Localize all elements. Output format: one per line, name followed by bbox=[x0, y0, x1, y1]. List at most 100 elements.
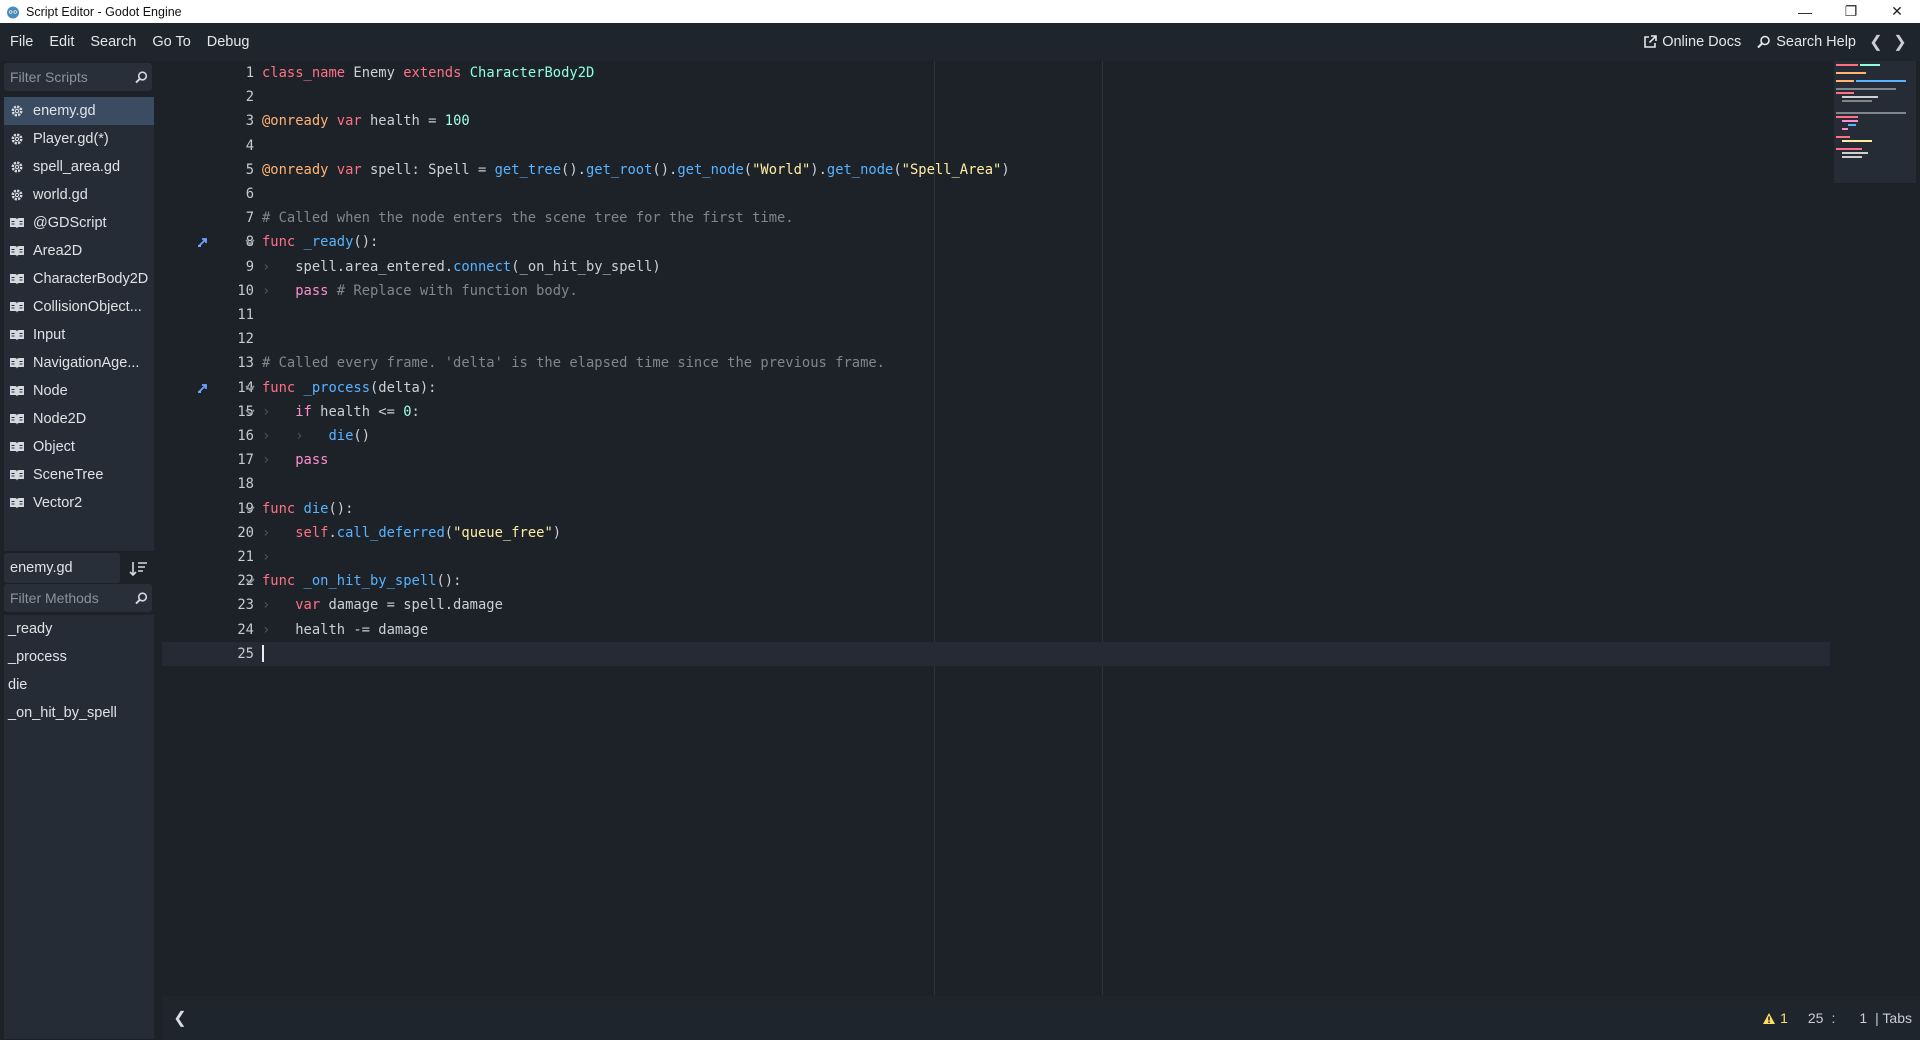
code-line[interactable]: 1 class_name Enemy extends CharacterBody2… bbox=[162, 61, 1830, 85]
doc-icon bbox=[8, 383, 26, 399]
line-number: 23 bbox=[237, 597, 254, 614]
code-token: call_deferred bbox=[336, 524, 445, 541]
fold-chevron-icon[interactable] bbox=[242, 376, 258, 400]
script-item[interactable]: CharacterBody2D bbox=[4, 265, 154, 293]
script-item-label: spell_area.gd bbox=[33, 159, 121, 175]
tab-indent-marker: › bbox=[262, 282, 296, 299]
code-line[interactable]: 11 bbox=[162, 303, 1830, 327]
code-line[interactable]: 18 bbox=[162, 472, 1830, 496]
code-line[interactable]: 7 # Called when the node enters the scene… bbox=[162, 206, 1830, 230]
script-item[interactable]: Input bbox=[4, 321, 154, 349]
menu-edit[interactable]: Edit bbox=[41, 34, 82, 50]
script-item[interactable]: enemy.gd bbox=[4, 97, 154, 125]
code-line[interactable]: 10 › pass # Replace with function body. bbox=[162, 279, 1830, 303]
script-item[interactable]: Node2D bbox=[4, 405, 154, 433]
code-token: (): bbox=[353, 234, 379, 251]
method-item[interactable]: _ready bbox=[4, 615, 154, 643]
code-token: connect bbox=[453, 258, 512, 275]
code-token: . bbox=[328, 524, 337, 541]
script-item[interactable]: CollisionObject... bbox=[4, 293, 154, 321]
override-icon[interactable] bbox=[196, 230, 210, 254]
minimize-icon[interactable]: — bbox=[1782, 0, 1828, 23]
script-item-label: SceneTree bbox=[33, 467, 104, 483]
code-line[interactable]: 2 bbox=[162, 85, 1830, 109]
code-line[interactable]: 23 › var damage = spell.damage bbox=[162, 593, 1830, 617]
code-line[interactable]: 21 › bbox=[162, 545, 1830, 569]
override-icon[interactable] bbox=[196, 376, 210, 400]
filter-scripts-field[interactable]: Filter Scripts bbox=[4, 63, 152, 91]
code-line[interactable]: 25 bbox=[162, 641, 1830, 666]
toggle-scripts-panel-icon[interactable]: ❮ bbox=[168, 1008, 192, 1028]
line-number: 6 bbox=[245, 186, 254, 202]
menu-debug[interactable]: Debug bbox=[199, 34, 258, 50]
code-line[interactable]: 6 bbox=[162, 182, 1830, 206]
code-line[interactable]: 14 func _process(delta): bbox=[162, 376, 1830, 400]
fold-chevron-icon[interactable] bbox=[242, 497, 258, 521]
code-line[interactable]: 9 › spell.area_entered.connect(_on_hit_by… bbox=[162, 255, 1830, 279]
code-text: › var damage = spell.damage bbox=[262, 597, 503, 613]
search-help-button[interactable]: Search Help bbox=[1749, 34, 1864, 50]
script-item[interactable]: Player.gd(*) bbox=[4, 125, 154, 153]
code-line[interactable]: 12 bbox=[162, 327, 1830, 351]
history-forward-icon[interactable]: ❯ bbox=[1888, 32, 1912, 52]
script-item-label: CollisionObject... bbox=[33, 299, 142, 315]
code-line[interactable]: 24 › health -= damage bbox=[162, 618, 1830, 642]
code-text: func _on_hit_by_spell(): bbox=[262, 573, 461, 589]
method-item[interactable]: die bbox=[4, 671, 154, 699]
close-icon[interactable]: ✕ bbox=[1874, 0, 1920, 23]
code-token: var bbox=[328, 113, 362, 130]
tab-indent-marker: › bbox=[295, 428, 329, 444]
line-number: 13 bbox=[237, 355, 254, 372]
script-item[interactable]: world.gd bbox=[4, 181, 154, 209]
history-back-icon[interactable]: ❮ bbox=[1864, 32, 1888, 52]
code-token: (): bbox=[328, 500, 354, 517]
menu-goto[interactable]: Go To bbox=[144, 34, 198, 50]
script-item[interactable]: Node bbox=[4, 377, 154, 405]
online-docs-button[interactable]: Online Docs bbox=[1635, 34, 1749, 50]
script-item[interactable]: @GDScript bbox=[4, 209, 154, 237]
code-line[interactable]: 4 bbox=[162, 134, 1830, 158]
doc-icon bbox=[8, 439, 26, 455]
fold-chevron-icon[interactable] bbox=[242, 569, 258, 593]
code-line[interactable]: 16 › › die() bbox=[162, 424, 1830, 448]
script-item[interactable]: NavigationAge... bbox=[4, 349, 154, 377]
code-line[interactable]: 5 @onready var spell: Spell = get_tree().… bbox=[162, 158, 1830, 182]
code-text: › if health <= 0: bbox=[262, 404, 420, 420]
scripts-list: enemy.gd Player.gd(*) spell_area.gd world.g… bbox=[4, 97, 154, 551]
fold-chevron-icon[interactable] bbox=[242, 400, 258, 424]
method-item[interactable]: _process bbox=[4, 643, 154, 671]
fold-chevron-icon[interactable] bbox=[242, 230, 258, 254]
script-item[interactable]: Vector2 bbox=[4, 489, 154, 517]
indent-mode[interactable]: | Tabs bbox=[1875, 1010, 1912, 1026]
filter-methods-field[interactable]: Filter Methods bbox=[4, 584, 152, 612]
code-line[interactable]: 19 func die(): bbox=[162, 497, 1830, 521]
menu-file[interactable]: File bbox=[0, 34, 41, 50]
script-item[interactable]: Area2D bbox=[4, 237, 154, 265]
code-line[interactable]: 8 func _ready(): bbox=[162, 230, 1830, 254]
code-line[interactable]: 22 func _on_hit_by_spell(): bbox=[162, 569, 1830, 593]
warnings-button[interactable]: 1 bbox=[1762, 1010, 1788, 1026]
script-item[interactable]: spell_area.gd bbox=[4, 153, 154, 181]
code-line[interactable]: 3 @onready var health = 100 bbox=[162, 109, 1830, 133]
code-line[interactable]: 17 › pass bbox=[162, 448, 1830, 472]
doc-icon bbox=[8, 327, 26, 343]
minimap-preview bbox=[1836, 64, 1906, 158]
code-token: pass bbox=[295, 282, 329, 299]
code-editor[interactable]: 1 class_name Enemy extends CharacterBody2… bbox=[162, 61, 1920, 995]
method-item[interactable]: _on_hit_by_spell bbox=[4, 699, 154, 727]
code-line[interactable]: 20 › self.call_deferred("queue_free") bbox=[162, 521, 1830, 545]
code-line[interactable]: 13 # Called every frame. 'delta' is the e… bbox=[162, 351, 1830, 375]
code-area[interactable]: 1 class_name Enemy extends CharacterBody2… bbox=[162, 61, 1830, 995]
script-item[interactable]: Object bbox=[4, 433, 154, 461]
sort-icon[interactable] bbox=[128, 559, 150, 579]
code-token: "queue_free" bbox=[453, 524, 553, 541]
code-minimap[interactable] bbox=[1834, 61, 1916, 183]
script-item[interactable]: SceneTree bbox=[4, 461, 154, 489]
menu-search[interactable]: Search bbox=[82, 34, 144, 50]
gear-icon bbox=[8, 187, 26, 203]
code-line[interactable]: 15 › if health <= 0: bbox=[162, 400, 1830, 424]
search-help-label: Search Help bbox=[1776, 34, 1856, 50]
restore-icon[interactable]: ❐ bbox=[1828, 0, 1874, 23]
